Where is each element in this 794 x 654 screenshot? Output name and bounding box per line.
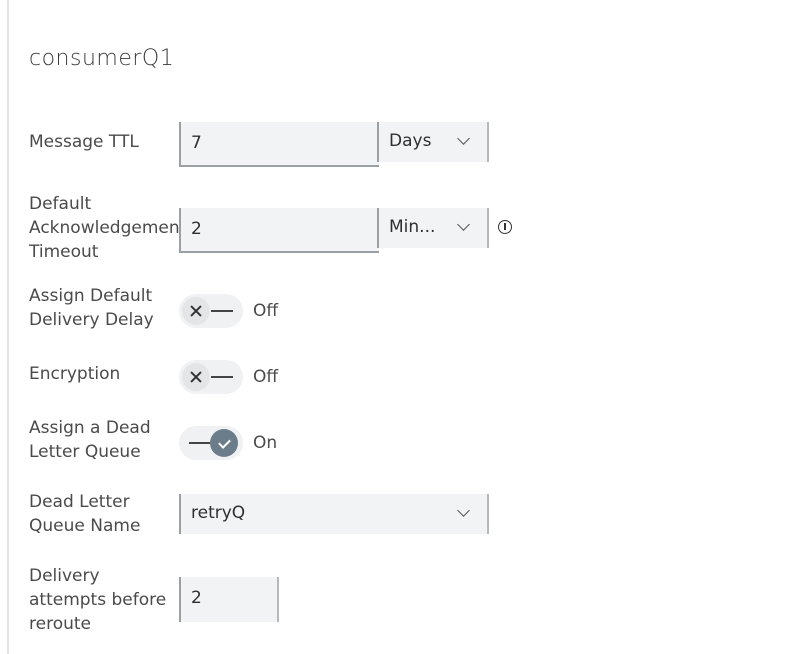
toggle-track-line bbox=[189, 442, 211, 444]
info-icon[interactable] bbox=[498, 220, 512, 234]
delivery-attempts-label-line: Delivery bbox=[29, 566, 100, 586]
dlq-name-select[interactable]: retryQ bbox=[179, 494, 489, 534]
ack-timeout-unit-value: Min... bbox=[389, 217, 436, 237]
chevron-down-icon bbox=[457, 132, 470, 145]
dlq-name-label-line: Queue Name bbox=[29, 516, 141, 536]
ack-timeout-label-line: Timeout bbox=[29, 242, 99, 262]
page-title: consumerQ1 bbox=[29, 46, 175, 71]
delivery-delay-label: Assign Default Delivery Delay bbox=[29, 284, 181, 332]
message-ttl-unit-value: Days bbox=[389, 131, 432, 151]
dlq-state: On bbox=[253, 433, 278, 453]
chevron-down-icon bbox=[457, 218, 470, 231]
dlq-label-line: Letter Queue bbox=[29, 442, 141, 462]
delivery-attempts-label-line: attempts before bbox=[29, 590, 167, 610]
dlq-name-value: retryQ bbox=[191, 503, 246, 523]
message-ttl-input[interactable]: 7 bbox=[179, 122, 379, 167]
encryption-toggle[interactable] bbox=[179, 360, 243, 394]
encryption-label: Encryption bbox=[29, 364, 121, 384]
chevron-down-icon bbox=[457, 504, 470, 517]
dlq-label-line: Assign a Dead bbox=[29, 418, 151, 438]
delivery-delay-label-line: Delivery Delay bbox=[29, 310, 154, 330]
dlq-label: Assign a Dead Letter Queue bbox=[29, 416, 181, 464]
delivery-attempts-label-line: reroute bbox=[29, 614, 91, 634]
delivery-delay-label-line: Assign Default bbox=[29, 286, 153, 306]
toggle-track-line bbox=[211, 310, 233, 312]
toggle-track-line bbox=[211, 376, 233, 378]
encryption-state: Off bbox=[253, 367, 279, 387]
message-ttl-label: Message TTL bbox=[29, 132, 139, 152]
ack-timeout-label-line: Acknowledgement bbox=[29, 218, 181, 238]
ack-timeout-label: Default Acknowledgement Timeout bbox=[29, 192, 181, 264]
ack-timeout-label-line: Default bbox=[29, 194, 92, 214]
message-ttl-unit-select[interactable]: Days bbox=[377, 122, 489, 162]
dlq-name-label-line: Dead Letter bbox=[29, 492, 130, 512]
dlq-name-label: Dead Letter Queue Name bbox=[29, 490, 181, 538]
dlq-toggle[interactable] bbox=[179, 426, 243, 460]
delivery-delay-toggle[interactable] bbox=[179, 294, 243, 328]
delivery-attempts-value: 2 bbox=[191, 588, 202, 608]
ack-timeout-value: 2 bbox=[191, 219, 202, 239]
ack-timeout-input[interactable]: 2 bbox=[179, 208, 379, 253]
message-ttl-value: 7 bbox=[191, 133, 202, 153]
left-divider bbox=[7, 0, 9, 654]
delivery-delay-state: Off bbox=[253, 301, 279, 321]
delivery-attempts-input[interactable]: 2 bbox=[179, 577, 279, 622]
ack-timeout-unit-select[interactable]: Min... bbox=[377, 208, 489, 248]
delivery-attempts-label: Delivery attempts before reroute bbox=[29, 564, 181, 636]
